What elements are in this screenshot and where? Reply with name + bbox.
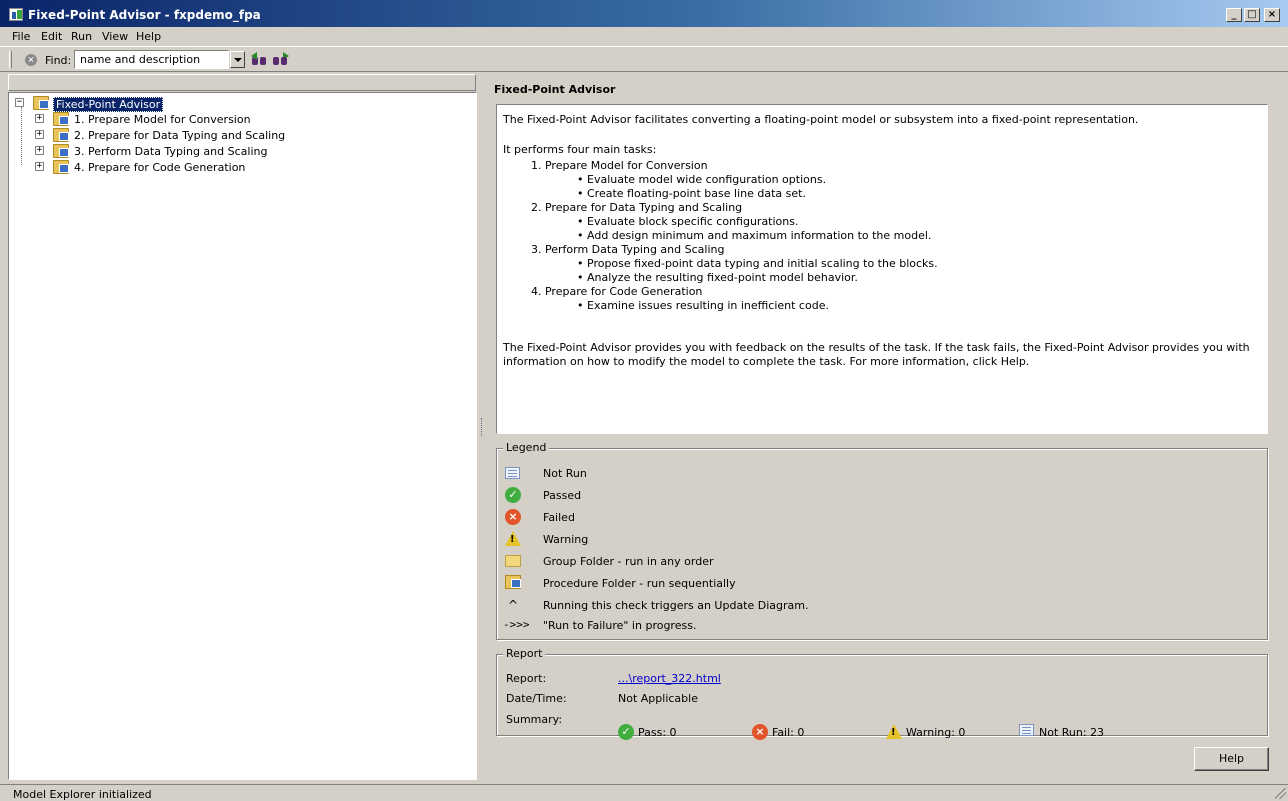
footer-text: The Fixed-Point Advisor provides you wit… — [503, 341, 1250, 368]
passed-icon: ✓ — [505, 487, 521, 503]
tree-connector — [21, 107, 22, 165]
app-icon — [9, 8, 23, 21]
tree-item-label[interactable]: 1. Prepare Model for Conversion — [72, 113, 253, 126]
tree-item-label[interactable]: 2. Prepare for Data Typing and Scaling — [72, 129, 287, 142]
procedure-folder-icon — [505, 575, 521, 589]
expand-icon[interactable]: + — [35, 146, 44, 155]
report-group: Report Report: ...\report_322.html Date/… — [496, 647, 1268, 736]
minimize-button[interactable]: _ — [1226, 8, 1242, 22]
procedure-folder-icon — [53, 144, 69, 158]
menu-edit[interactable]: Edit — [41, 30, 62, 43]
description-panel: The Fixed-Point Advisor facilitates conv… — [496, 104, 1268, 434]
tree-item-label[interactable]: 4. Prepare for Code Generation — [72, 161, 247, 174]
task-bullet: • Evaluate model wide configuration opti… — [577, 173, 827, 186]
warning-icon: ! — [505, 531, 521, 546]
expand-icon[interactable]: + — [35, 130, 44, 139]
find-next-icon[interactable] — [272, 52, 289, 67]
chevron-down-icon[interactable] — [230, 51, 245, 68]
tree-root-label[interactable]: Fixed-Point Advisor — [53, 97, 164, 112]
menu-help[interactable]: Help — [136, 30, 161, 43]
task-bullet: • Add design minimum and maximum informa… — [577, 229, 932, 242]
menu-run[interactable]: Run — [71, 30, 92, 43]
tree-item-label[interactable]: 3. Perform Data Typing and Scaling — [72, 145, 269, 158]
not-run-icon — [505, 467, 520, 479]
procedure-folder-icon — [53, 160, 69, 174]
task-name: 1. Prepare Model for Conversion — [531, 159, 708, 172]
report-label: Report: — [506, 672, 547, 685]
procedure-folder-icon — [33, 96, 49, 110]
status-bar: Model Explorer initialized — [0, 784, 1288, 801]
group-folder-icon — [505, 555, 521, 567]
title-bar: Fixed-Point Advisor - fxpdemo_fpa _ □ × — [0, 0, 1288, 27]
close-button[interactable]: × — [1264, 8, 1280, 22]
task-bullet: • Evaluate block specific configurations… — [577, 215, 799, 228]
datetime-label: Date/Time: — [506, 692, 567, 705]
expand-icon[interactable]: + — [35, 162, 44, 171]
failed-icon: × — [505, 509, 521, 525]
task-tree[interactable]: − Fixed-Point Advisor + 1. Prepare Model… — [8, 92, 477, 780]
status-text: Model Explorer initialized — [13, 788, 152, 801]
window-title: Fixed-Point Advisor - fxpdemo_fpa — [28, 8, 261, 22]
task-bullet: • Create floating-point base line data s… — [577, 187, 806, 200]
menu-file[interactable]: File — [12, 30, 30, 43]
toolbar-grip[interactable] — [9, 51, 12, 68]
task-bullet: • Propose fixed-point data typing and in… — [577, 257, 938, 270]
find-combobox[interactable] — [74, 50, 245, 69]
help-button[interactable]: Help — [1194, 747, 1269, 771]
find-previous-icon[interactable] — [251, 52, 268, 67]
expand-icon[interactable]: + — [35, 114, 44, 123]
detail-title: Fixed-Point Advisor — [494, 83, 616, 96]
datetime-value: Not Applicable — [618, 692, 698, 705]
find-input[interactable] — [74, 50, 229, 69]
failed-icon: × — [752, 724, 768, 740]
passed-icon: ✓ — [618, 724, 634, 740]
legend-group: Legend Not Run ✓ Passed × Failed ! Warni… — [496, 441, 1268, 640]
task-name: 4. Prepare for Code Generation — [531, 285, 703, 298]
report-title: Report — [503, 647, 546, 660]
not-run-icon — [1019, 724, 1034, 736]
pane-splitter[interactable] — [481, 418, 483, 436]
find-label: Find: — [45, 54, 72, 67]
task-name: 2. Prepare for Data Typing and Scaling — [531, 201, 743, 214]
task-name: 3. Perform Data Typing and Scaling — [531, 243, 725, 256]
tasks-heading: It performs four main tasks: — [503, 143, 657, 156]
task-bullet: • Analyze the resulting fixed-point mode… — [577, 271, 858, 284]
procedure-folder-icon — [53, 128, 69, 142]
menu-view[interactable]: View — [102, 30, 128, 43]
caret-icon: ^ — [507, 598, 519, 612]
warning-icon: ! — [886, 724, 902, 739]
collapse-icon[interactable]: − — [15, 98, 24, 107]
arrow-icon: ->>> — [503, 618, 530, 631]
clear-search-icon[interactable]: × — [25, 54, 37, 66]
tree-header — [8, 74, 476, 91]
resize-grip-icon[interactable] — [1275, 788, 1286, 799]
procedure-folder-icon — [53, 112, 69, 126]
intro-text: The Fixed-Point Advisor facilitates conv… — [503, 113, 1139, 126]
task-bullet: • Examine issues resulting in inefficien… — [577, 299, 829, 312]
menu-bar: File Edit Run View Help — [0, 27, 1288, 46]
report-link[interactable]: ...\report_322.html — [618, 672, 721, 685]
maximize-button[interactable]: □ — [1244, 8, 1260, 22]
summary-label: Summary: — [506, 713, 563, 726]
legend-title: Legend — [503, 441, 550, 454]
